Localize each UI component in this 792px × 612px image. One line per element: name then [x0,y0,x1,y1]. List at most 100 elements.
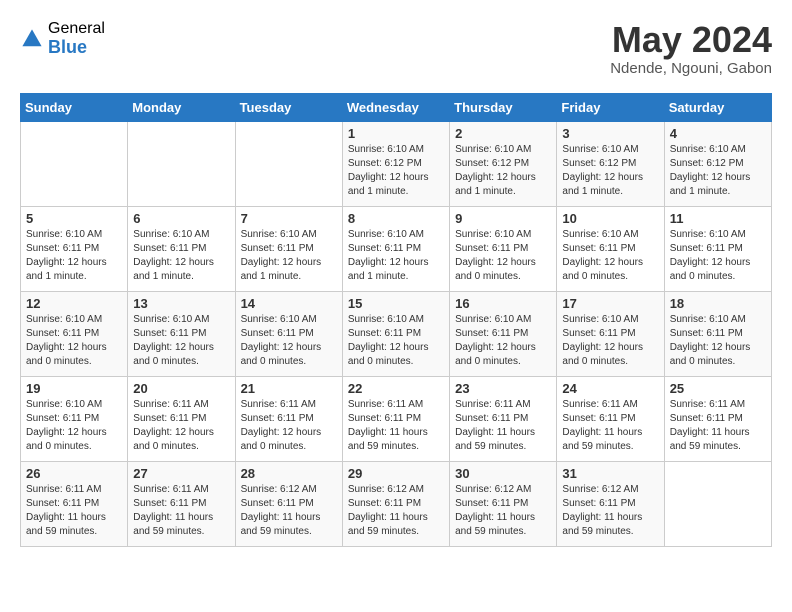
logo-text: General Blue [48,20,105,57]
day-number: 8 [348,211,444,226]
day-cell: 23Sunrise: 6:11 AM Sunset: 6:11 PM Dayli… [450,376,557,461]
day-number: 2 [455,126,551,141]
day-cell: 24Sunrise: 6:11 AM Sunset: 6:11 PM Dayli… [557,376,664,461]
day-cell [21,121,128,206]
day-info: Sunrise: 6:10 AM Sunset: 6:12 PM Dayligh… [455,143,551,199]
day-number: 10 [562,211,658,226]
day-cell: 21 Sunrise: 6:11 AM Sunset: 6:11 PM Dayli… [235,376,342,461]
day-cell: 4 Sunrise: 6:10 AM Sunset: 6:12 PM Daylig… [664,121,771,206]
day-info: Sunrise: 6:11 AM Sunset: 6:11 PM Dayligh… [670,398,766,454]
week-row-2: 5Sunrise: 6:10 AM Sunset: 6:11 PM Daylig… [21,206,772,291]
day-info: Sunrise: 6:11 AM Sunset: 6:11 PM Dayligh… [26,483,122,539]
day-info: Sunrise: 6:10 AM Sunset: 6:11 PM Dayligh… [670,313,766,369]
day-number: 21 [241,381,337,396]
day-info: Sunrise: 6:12 AM Sunset: 6:11 PM Dayligh… [562,483,658,539]
day-cell: 2 Sunrise: 6:10 AM Sunset: 6:12 PM Daylig… [450,121,557,206]
day-info: Sunrise: 6:10 AM Sunset: 6:11 PM Dayligh… [26,398,122,454]
day-number: 11 [670,211,766,226]
day-number: 19 [26,381,122,396]
day-number: 28 [241,466,337,481]
day-info: Sunrise: 6:10 AM Sunset: 6:11 PM Dayligh… [133,313,229,369]
day-number: 27 [133,466,229,481]
day-cell: 10 Sunrise: 6:10 AM Sunset: 6:11 PM Dayli… [557,206,664,291]
day-number: 4 [670,126,766,141]
day-number: 30 [455,466,551,481]
day-number: 24 [562,381,658,396]
day-cell [128,121,235,206]
week-row-5: 26 Sunrise: 6:11 AM Sunset: 6:11 PM Dayli… [21,461,772,546]
day-info: Sunrise: 6:10 AM Sunset: 6:12 PM Dayligh… [348,143,444,199]
day-info: Sunrise: 6:10 AM Sunset: 6:11 PM Dayligh… [670,228,766,284]
day-number: 18 [670,296,766,311]
day-number: 9 [455,211,551,226]
day-info: Sunrise: 6:11 AM Sunset: 6:11 PM Dayligh… [348,398,444,454]
day-cell: 22Sunrise: 6:11 AM Sunset: 6:11 PM Dayli… [342,376,449,461]
location: Ndende, Ngouni, Gabon [610,60,772,77]
day-number: 6 [133,211,229,226]
day-info: Sunrise: 6:11 AM Sunset: 6:11 PM Dayligh… [241,398,337,454]
day-number: 13 [133,296,229,311]
day-number: 17 [562,296,658,311]
day-info: Sunrise: 6:10 AM Sunset: 6:11 PM Dayligh… [26,228,122,284]
day-cell: 28Sunrise: 6:12 AM Sunset: 6:11 PM Dayli… [235,461,342,546]
logo-icon [20,27,44,51]
day-cell: 25 Sunrise: 6:11 AM Sunset: 6:11 PM Dayli… [664,376,771,461]
day-cell: 6Sunrise: 6:10 AM Sunset: 6:11 PM Daylig… [128,206,235,291]
day-number: 26 [26,466,122,481]
day-number: 25 [670,381,766,396]
day-cell: 27Sunrise: 6:11 AM Sunset: 6:11 PM Dayli… [128,461,235,546]
weekday-header-monday: Monday [128,93,235,121]
weekday-header-thursday: Thursday [450,93,557,121]
day-cell [664,461,771,546]
week-row-1: 1 Sunrise: 6:10 AM Sunset: 6:12 PM Daylig… [21,121,772,206]
month-title: May 2024 [610,20,772,60]
weekday-header-row: SundayMondayTuesdayWednesdayThursdayFrid… [21,93,772,121]
calendar-table: SundayMondayTuesdayWednesdayThursdayFrid… [20,93,772,547]
day-cell: 14Sunrise: 6:10 AM Sunset: 6:11 PM Dayli… [235,291,342,376]
day-cell: 31 Sunrise: 6:12 AM Sunset: 6:11 PM Dayli… [557,461,664,546]
logo: General Blue [20,20,105,57]
day-info: Sunrise: 6:10 AM Sunset: 6:11 PM Dayligh… [455,313,551,369]
weekday-header-sunday: Sunday [21,93,128,121]
day-number: 15 [348,296,444,311]
day-number: 23 [455,381,551,396]
day-info: Sunrise: 6:10 AM Sunset: 6:12 PM Dayligh… [562,143,658,199]
day-cell: 11 Sunrise: 6:10 AM Sunset: 6:11 PM Dayli… [664,206,771,291]
day-cell: 9 Sunrise: 6:10 AM Sunset: 6:11 PM Daylig… [450,206,557,291]
day-number: 20 [133,381,229,396]
week-row-3: 12Sunrise: 6:10 AM Sunset: 6:11 PM Dayli… [21,291,772,376]
day-number: 16 [455,296,551,311]
week-row-4: 19 Sunrise: 6:10 AM Sunset: 6:11 PM Dayli… [21,376,772,461]
day-info: Sunrise: 6:10 AM Sunset: 6:12 PM Dayligh… [670,143,766,199]
day-number: 1 [348,126,444,141]
day-cell: 26 Sunrise: 6:11 AM Sunset: 6:11 PM Dayli… [21,461,128,546]
day-number: 29 [348,466,444,481]
day-cell: 1 Sunrise: 6:10 AM Sunset: 6:12 PM Daylig… [342,121,449,206]
day-info: Sunrise: 6:10 AM Sunset: 6:11 PM Dayligh… [455,228,551,284]
day-info: Sunrise: 6:10 AM Sunset: 6:11 PM Dayligh… [26,313,122,369]
day-info: Sunrise: 6:10 AM Sunset: 6:11 PM Dayligh… [241,228,337,284]
day-number: 31 [562,466,658,481]
day-cell: 8 Sunrise: 6:10 AM Sunset: 6:11 PM Daylig… [342,206,449,291]
day-cell: 18 Sunrise: 6:10 AM Sunset: 6:11 PM Dayli… [664,291,771,376]
page-header: General Blue May 2024 Ndende, Ngouni, Ga… [20,20,772,77]
logo-general: General [48,20,105,38]
day-cell: 15 Sunrise: 6:10 AM Sunset: 6:11 PM Dayli… [342,291,449,376]
day-info: Sunrise: 6:12 AM Sunset: 6:11 PM Dayligh… [455,483,551,539]
day-cell: 29 Sunrise: 6:12 AM Sunset: 6:11 PM Dayli… [342,461,449,546]
day-cell: 17 Sunrise: 6:10 AM Sunset: 6:11 PM Dayli… [557,291,664,376]
day-cell: 5Sunrise: 6:10 AM Sunset: 6:11 PM Daylig… [21,206,128,291]
weekday-header-wednesday: Wednesday [342,93,449,121]
day-info: Sunrise: 6:10 AM Sunset: 6:11 PM Dayligh… [562,313,658,369]
day-info: Sunrise: 6:10 AM Sunset: 6:11 PM Dayligh… [562,228,658,284]
day-info: Sunrise: 6:10 AM Sunset: 6:11 PM Dayligh… [348,228,444,284]
day-cell: 16 Sunrise: 6:10 AM Sunset: 6:11 PM Dayli… [450,291,557,376]
logo-blue: Blue [48,38,105,58]
day-info: Sunrise: 6:10 AM Sunset: 6:11 PM Dayligh… [348,313,444,369]
day-info: Sunrise: 6:11 AM Sunset: 6:11 PM Dayligh… [133,398,229,454]
day-cell: 20 Sunrise: 6:11 AM Sunset: 6:11 PM Dayli… [128,376,235,461]
day-info: Sunrise: 6:12 AM Sunset: 6:11 PM Dayligh… [348,483,444,539]
day-info: Sunrise: 6:10 AM Sunset: 6:11 PM Dayligh… [241,313,337,369]
weekday-header-friday: Friday [557,93,664,121]
day-number: 3 [562,126,658,141]
